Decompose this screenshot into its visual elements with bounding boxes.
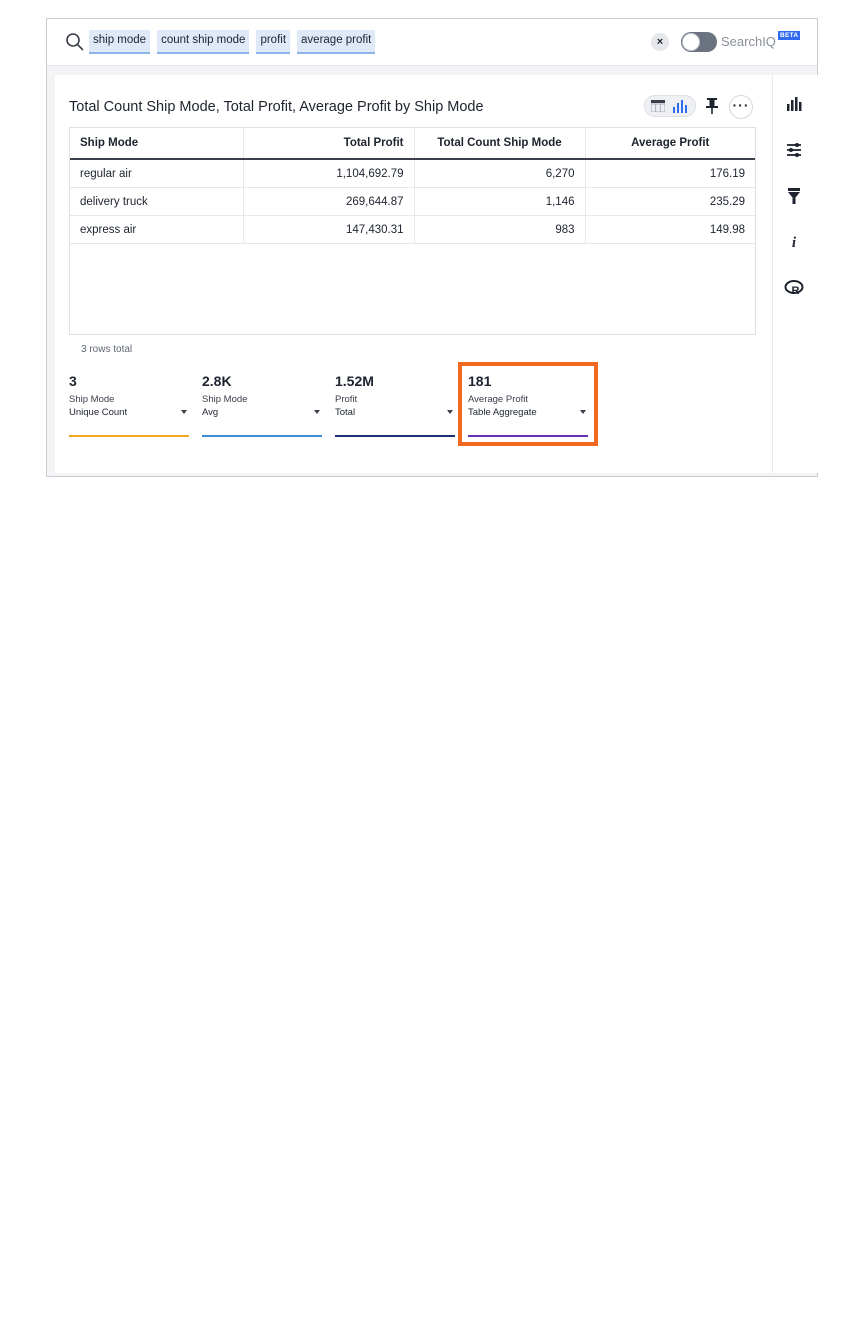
column-header-ship-mode[interactable]: Ship Mode: [70, 128, 244, 160]
summary-underline: [69, 435, 189, 437]
chevron-down-icon[interactable]: [447, 410, 453, 414]
answer-title: Total Count Ship Mode, Total Profit, Ave…: [69, 99, 484, 115]
table-cell: 176.19: [585, 159, 755, 188]
search-token[interactable]: profit: [256, 30, 291, 54]
beta-badge: BETA: [778, 31, 801, 40]
search-token[interactable]: average profit: [297, 30, 376, 54]
settings-icon[interactable]: [783, 139, 805, 161]
toggle-knob: [682, 33, 700, 51]
table-cell: 235.29: [585, 187, 755, 216]
chevron-down-icon[interactable]: [314, 410, 320, 414]
table-view-icon[interactable]: [651, 100, 665, 112]
table-cell: 269,644.87: [243, 187, 415, 216]
table-cell: 1,146: [414, 187, 586, 216]
r-analysis-icon[interactable]: R: [783, 277, 805, 299]
table-cell: express air: [70, 215, 244, 244]
summary-value: 2.8K: [202, 373, 232, 389]
search-token[interactable]: ship mode: [89, 30, 151, 54]
column-header-total-profit[interactable]: Total Profit: [243, 128, 415, 160]
view-switch[interactable]: [644, 95, 696, 117]
chevron-down-icon[interactable]: [181, 410, 187, 414]
summary-aggregation: Total: [335, 407, 356, 418]
data-table: Ship Mode Total Profit Total Count Ship …: [69, 127, 756, 335]
summary-aggregation: Avg: [202, 407, 219, 418]
app-frame: ship mode count ship mode profit average…: [46, 18, 818, 477]
summary-value: 3: [69, 373, 77, 389]
filter-icon[interactable]: [783, 185, 805, 207]
right-toolbar: i R: [772, 75, 818, 473]
table-cell: delivery truck: [70, 187, 244, 216]
table-cell: 983: [414, 215, 586, 244]
pin-icon[interactable]: [701, 95, 723, 117]
svg-text:i: i: [792, 235, 797, 251]
search-token[interactable]: count ship mode: [157, 30, 250, 54]
search-tokens: ship mode count ship mode profit average…: [89, 30, 376, 54]
more-options-button[interactable]: ···: [729, 95, 753, 119]
table-row: delivery truck 269,644.87 1,146 235.29: [70, 187, 755, 216]
summary-underline: [202, 435, 322, 437]
summary-card-ship-mode-unique-count[interactable]: 3 Ship Mode Unique Count: [69, 373, 189, 437]
summary-underline: [335, 435, 455, 437]
table-header-row: Ship Mode Total Profit Total Count Ship …: [70, 128, 755, 160]
summary-card-profit-total[interactable]: 1.52M Profit Total: [335, 373, 455, 437]
table-cell: regular air: [70, 159, 244, 188]
summary-aggregation: Unique Count: [69, 407, 128, 418]
svg-text:R: R: [792, 285, 800, 297]
column-header-average-profit[interactable]: Average Profit: [585, 128, 755, 160]
chart-view-icon[interactable]: [672, 99, 688, 113]
column-header-total-count-ship-mode[interactable]: Total Count Ship Mode: [414, 128, 586, 160]
summary-label: Profit: [335, 394, 358, 405]
clear-search-button[interactable]: ×: [651, 33, 669, 51]
info-icon[interactable]: i: [783, 231, 805, 253]
highlight-box: [458, 362, 598, 446]
table-cell: 6,270: [414, 159, 586, 188]
table-cell: 149.98: [585, 215, 755, 244]
searchiq-toggle[interactable]: [681, 32, 717, 52]
summary-label: Ship Mode: [202, 394, 248, 405]
table-row: regular air 1,104,692.79 6,270 176.19: [70, 159, 755, 188]
summary-label: Ship Mode: [69, 394, 115, 405]
row-count: 3 rows total: [81, 344, 133, 355]
table-cell: 1,104,692.79: [243, 159, 415, 188]
summary-value: 1.52M: [335, 373, 374, 389]
search-bar[interactable]: ship mode count ship mode profit average…: [47, 19, 817, 66]
table-cell: 147,430.31: [243, 215, 415, 244]
search-icon[interactable]: [65, 32, 85, 52]
searchiq-label: SearchIQ: [721, 34, 776, 49]
table-row: express air 147,430.31 983 149.98: [70, 215, 755, 244]
chart-type-icon[interactable]: [783, 93, 805, 115]
summary-card-ship-mode-avg[interactable]: 2.8K Ship Mode Avg: [202, 373, 322, 437]
answer-panel: Total Count Ship Mode, Total Profit, Ave…: [55, 75, 772, 473]
